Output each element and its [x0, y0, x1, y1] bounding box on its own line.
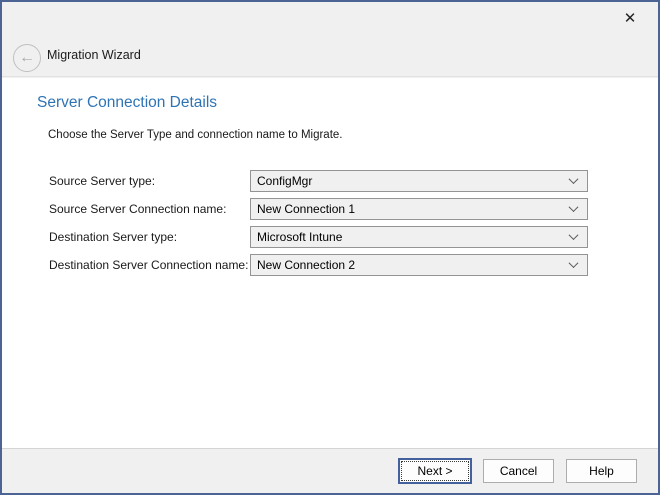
chevron-down-icon — [569, 258, 579, 268]
back-arrow-icon: ← — [19, 50, 35, 66]
button-bar: Next > Cancel Help — [2, 448, 658, 493]
page-description: Choose the Server Type and connection na… — [48, 129, 343, 141]
next-button[interactable]: Next > — [398, 458, 472, 484]
destination-connection-name-label: Destination Server Connection name: — [49, 254, 248, 276]
form-row-destination-connection-name: Destination Server Connection name: New … — [2, 254, 658, 276]
help-button[interactable]: Help — [566, 459, 637, 483]
destination-server-type-value: Microsoft Intune — [257, 230, 342, 244]
title-bar: ✕ — [2, 2, 658, 32]
form-row-source-server-type: Source Server type: ConfigMgr — [2, 170, 658, 192]
chevron-down-icon — [569, 174, 579, 184]
wizard-title: Migration Wizard — [47, 32, 141, 77]
destination-server-type-dropdown[interactable]: Microsoft Intune — [250, 226, 588, 248]
source-connection-name-value: New Connection 1 — [257, 202, 355, 216]
page-title: Server Connection Details — [37, 94, 217, 112]
back-button[interactable]: ← — [13, 44, 41, 72]
source-server-type-label: Source Server type: — [49, 170, 155, 192]
source-server-type-dropdown[interactable]: ConfigMgr — [250, 170, 588, 192]
form-row-source-connection-name: Source Server Connection name: New Conne… — [2, 198, 658, 220]
destination-connection-name-value: New Connection 2 — [257, 258, 355, 272]
chevron-down-icon — [569, 230, 579, 240]
form-row-destination-server-type: Destination Server type: Microsoft Intun… — [2, 226, 658, 248]
chevron-down-icon — [569, 202, 579, 212]
help-button-label: Help — [589, 464, 614, 478]
source-connection-name-dropdown[interactable]: New Connection 1 — [250, 198, 588, 220]
source-connection-name-label: Source Server Connection name: — [49, 198, 226, 220]
close-icon[interactable]: ✕ — [620, 8, 640, 28]
wizard-content: Server Connection Details Choose the Ser… — [2, 78, 658, 448]
destination-server-type-label: Destination Server type: — [49, 226, 177, 248]
cancel-button[interactable]: Cancel — [483, 459, 554, 483]
destination-connection-name-dropdown[interactable]: New Connection 2 — [250, 254, 588, 276]
source-server-type-value: ConfigMgr — [257, 174, 312, 188]
wizard-header: ← Migration Wizard — [2, 32, 658, 77]
cancel-button-label: Cancel — [500, 464, 537, 478]
migration-wizard-window: ✕ ← Migration Wizard Server Connection D… — [0, 0, 660, 495]
next-button-label: Next > — [417, 464, 452, 478]
